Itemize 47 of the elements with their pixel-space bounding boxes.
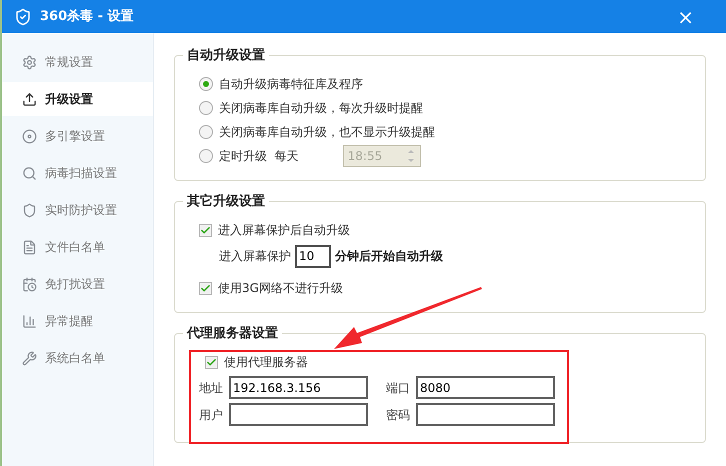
sidebar-item[interactable]: 病毒扫描设置 bbox=[2, 156, 153, 190]
calendar-clock-icon bbox=[22, 276, 37, 292]
sidebar-item[interactable]: 免打扰设置 bbox=[2, 267, 153, 301]
text-input[interactable] bbox=[229, 403, 368, 426]
shield-icon bbox=[22, 202, 37, 218]
checkbox-label: 使用代理服务器 bbox=[224, 354, 308, 371]
minutes-input[interactable]: 10 bbox=[295, 244, 331, 268]
text-input[interactable]: 8080 bbox=[416, 376, 555, 399]
search-icon bbox=[22, 166, 37, 180]
sidebar-item[interactable]: 升级设置 bbox=[2, 82, 153, 116]
radio-button[interactable] bbox=[199, 125, 213, 139]
checkbox[interactable] bbox=[199, 224, 212, 236]
spin-arrows-icon bbox=[408, 150, 414, 162]
checkbox[interactable] bbox=[205, 356, 218, 368]
sidebar-item[interactable]: 常规设置 bbox=[2, 45, 153, 79]
radio-label: 关闭病毒库自动升级，每次升级时提醒 bbox=[219, 100, 423, 117]
sidebar-item[interactable]: 系统白名单 bbox=[2, 341, 153, 375]
radio-label: 定时升级 每天 bbox=[219, 148, 299, 165]
field-label: 端口 bbox=[386, 380, 410, 396]
sidebar-item[interactable]: 实时防护设置 bbox=[2, 193, 153, 227]
document-icon bbox=[22, 240, 37, 254]
wrench-icon bbox=[22, 350, 37, 366]
radio-label: 自动升级病毒特征库及程序 bbox=[219, 76, 363, 93]
close-button[interactable]: × bbox=[669, 6, 702, 26]
disc-icon bbox=[22, 128, 37, 144]
checkbox-label: 进入屏幕保护后自动升级 bbox=[218, 222, 350, 239]
field-label: 地址 bbox=[199, 380, 223, 396]
radio-button[interactable] bbox=[199, 77, 213, 91]
delay-suffix: 分钟后开始自动升级 bbox=[335, 248, 443, 265]
checkbox[interactable] bbox=[199, 282, 212, 294]
sidebar-item[interactable]: 异常提醒 bbox=[2, 304, 153, 338]
field-label: 用户 bbox=[199, 406, 223, 424]
checkbox-label: 使用3G网络不进行升级 bbox=[218, 280, 343, 297]
radio-button[interactable] bbox=[199, 101, 213, 115]
delay-prefix: 进入屏幕保护 bbox=[219, 248, 291, 265]
text-input[interactable] bbox=[416, 403, 555, 426]
radio-label: 关闭病毒库自动升级，也不显示升级提醒 bbox=[219, 124, 435, 141]
shield-logo-icon bbox=[14, 8, 32, 26]
text-input[interactable]: 192.168.3.156 bbox=[229, 376, 368, 399]
window-title: 360杀毒 - 设置 bbox=[40, 8, 134, 26]
gear-icon bbox=[22, 54, 37, 70]
sidebar-item[interactable]: 文件白名单 bbox=[2, 230, 153, 264]
upload-icon bbox=[22, 92, 37, 106]
bar-chart-icon bbox=[22, 314, 37, 328]
radio-button[interactable] bbox=[199, 149, 213, 163]
sidebar-item[interactable]: 多引擎设置 bbox=[2, 119, 153, 153]
field-label: 密码 bbox=[386, 406, 410, 424]
